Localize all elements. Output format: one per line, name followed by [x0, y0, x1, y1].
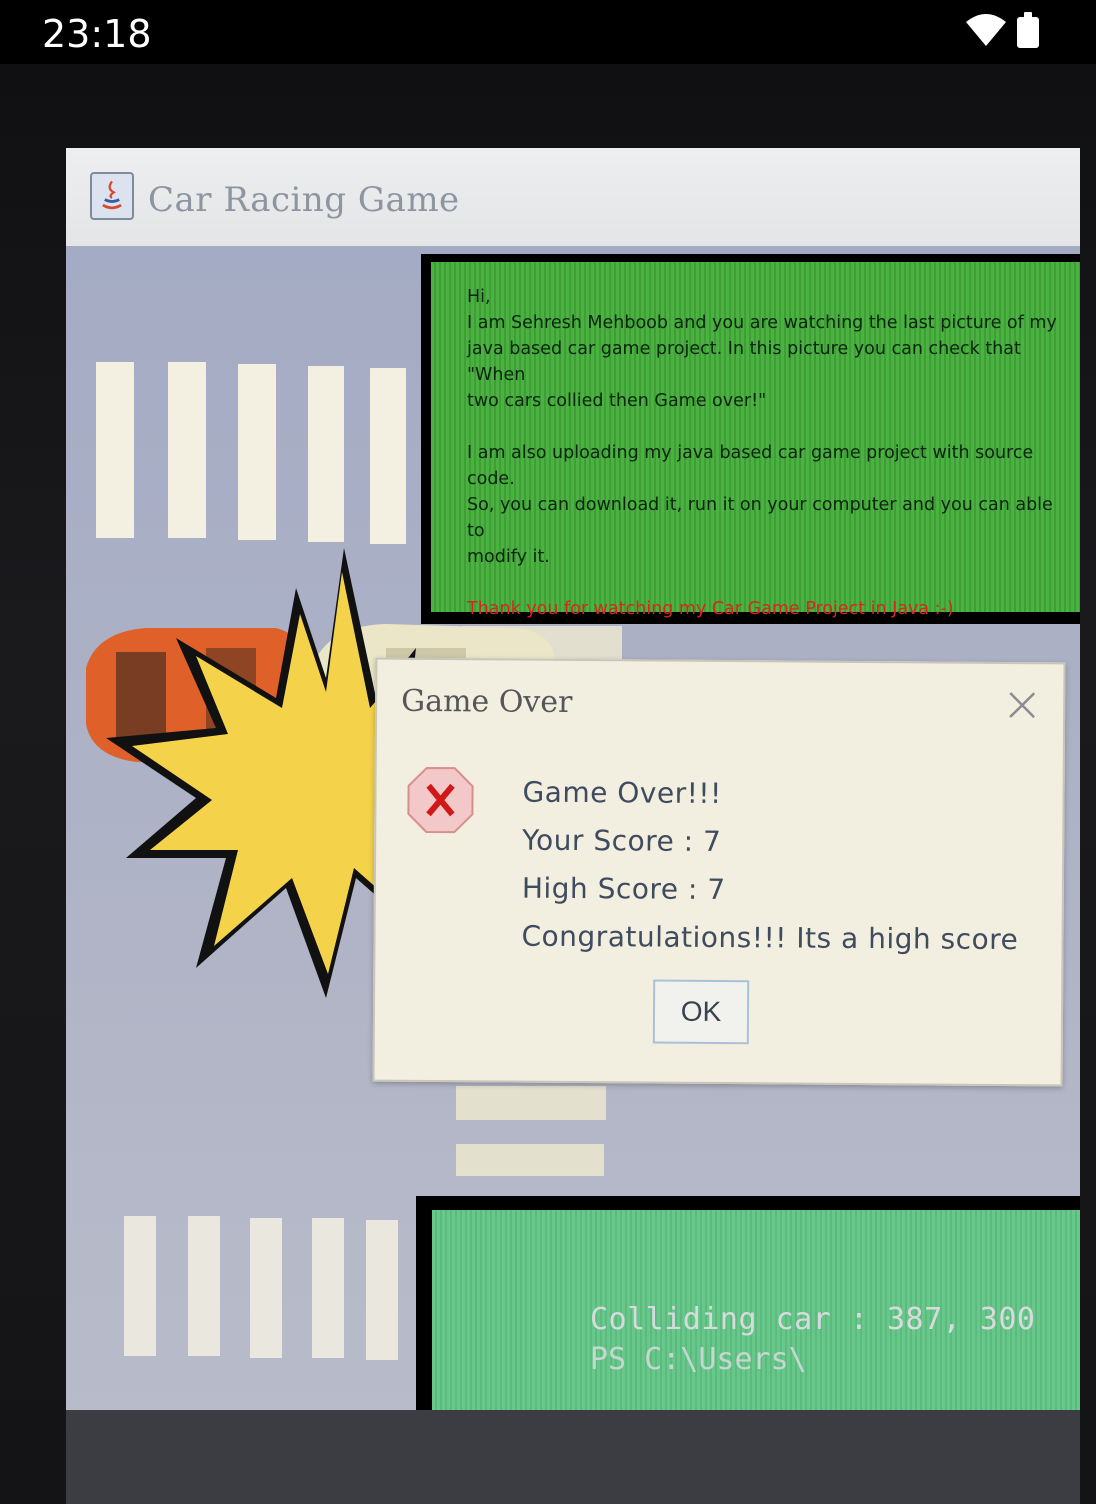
info-line: I am Sehresh Mehboob and you are watchin…: [467, 313, 1057, 333]
zebra-stripe: [238, 364, 276, 540]
info-line: two cars collied then Game over!": [467, 391, 767, 411]
window-title-bar[interactable]: Car Racing Game: [66, 148, 1080, 246]
zebra-stripe: [188, 1216, 220, 1356]
java-coffee-icon: [90, 172, 134, 220]
ok-button[interactable]: OK: [652, 979, 750, 1045]
lane-marker: [456, 1144, 604, 1176]
info-line: I am also uploading my java based car ga…: [467, 443, 1034, 489]
console-line: Colliding car : 387, 300: [590, 1302, 1036, 1337]
battery-icon: [1017, 12, 1039, 48]
dialog-message: Game Over!!! Your Score : 7 High Score :…: [521, 769, 1019, 964]
wifi-icon: [966, 14, 1006, 46]
close-icon[interactable]: [1007, 690, 1037, 720]
console-strip: [66, 1410, 1080, 1504]
message-line: High Score : 7: [521, 871, 726, 907]
zebra-stripe: [312, 1218, 344, 1358]
game-window: Car Racing Game Hi, I am Sehresh Mehboob…: [66, 148, 1080, 1504]
zebra-stripe: [370, 368, 406, 544]
message-line: Game Over!!!: [522, 775, 722, 811]
zebra-stripe: [366, 1220, 398, 1360]
status-bar: 23:18: [0, 0, 1096, 64]
message-line: Your Score : 7: [522, 823, 722, 859]
status-time: 23:18: [42, 12, 152, 56]
dialog-title: Game Over: [401, 683, 573, 720]
zebra-stripe: [308, 366, 344, 542]
zebra-stripe: [250, 1218, 282, 1358]
info-greeting: Hi,: [467, 287, 491, 307]
zebra-stripe: [168, 362, 206, 538]
message-line: Congratulations!!! Its a high score: [521, 919, 1019, 957]
console-line: PS C:\Users\: [590, 1342, 807, 1377]
lane-marker: [456, 1086, 606, 1120]
zebra-stripe: [124, 1216, 156, 1356]
zebra-stripe: [96, 362, 134, 538]
window-title: Car Racing Game: [148, 180, 460, 220]
error-icon: [407, 766, 474, 834]
game-over-dialog: Game Over Game Over!!! Your Score : 7 Hi…: [372, 657, 1066, 1087]
info-line: java based car game project. In this pic…: [467, 339, 1021, 385]
